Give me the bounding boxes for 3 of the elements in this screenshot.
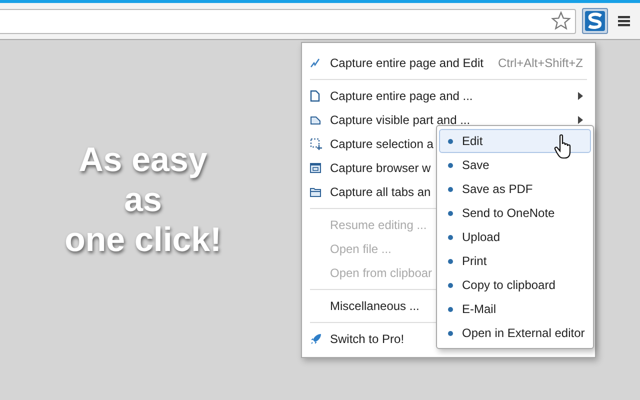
headline-line: one click! <box>64 220 222 260</box>
headline-line: as <box>124 180 162 220</box>
headline-line: As easy <box>78 140 208 180</box>
